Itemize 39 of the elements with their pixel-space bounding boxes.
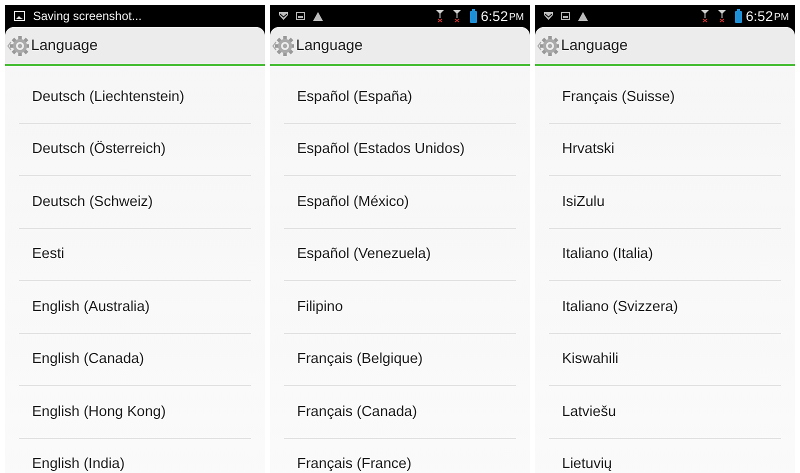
- language-item[interactable]: Eesti: [19, 228, 251, 281]
- language-item[interactable]: Español (Estados Unidos): [284, 124, 516, 176]
- language-item[interactable]: Français (France): [284, 438, 516, 473]
- notification-text: Saving screenshot...: [33, 9, 142, 23]
- screen-title: Language: [561, 37, 628, 54]
- picture-icon: [561, 12, 570, 20]
- clock-time: 6:52: [480, 8, 508, 24]
- screen-title: Language: [31, 37, 98, 54]
- language-item[interactable]: Español (México): [284, 176, 516, 228]
- language-item[interactable]: English (Australia): [19, 281, 251, 334]
- language-item[interactable]: English (Canada): [19, 334, 251, 386]
- language-item[interactable]: Hrvatski: [549, 124, 781, 176]
- picture-icon: [14, 11, 25, 21]
- battery-icon: [734, 9, 742, 23]
- language-item[interactable]: Filipino: [284, 281, 516, 334]
- language-item[interactable]: Français (Belgique): [284, 334, 516, 386]
- battery-icon: [470, 9, 477, 23]
- language-item[interactable]: Español (España): [284, 71, 516, 124]
- picture-icon: [296, 12, 305, 20]
- language-item[interactable]: Français (Suisse): [549, 71, 781, 124]
- language-item[interactable]: English (India): [19, 438, 251, 473]
- language-item[interactable]: English (Hong Kong): [19, 386, 251, 438]
- language-item[interactable]: Français (Canada): [284, 386, 516, 438]
- language-item[interactable]: Deutsch (Österreich): [19, 124, 251, 176]
- language-item[interactable]: Italiano (Italia): [549, 228, 781, 281]
- language-item[interactable]: IsiZulu: [549, 176, 781, 228]
- language-item[interactable]: Italiano (Svizzera): [549, 281, 781, 334]
- language-item[interactable]: Español (Venezuela): [284, 228, 516, 281]
- language-item[interactable]: Kiswahili: [549, 334, 781, 386]
- clock-meridiem: PM: [774, 12, 789, 23]
- language-item[interactable]: Latviešu: [549, 386, 781, 438]
- language-item[interactable]: Deutsch (Schweiz): [19, 176, 251, 228]
- screen-title: Language: [296, 37, 363, 54]
- warning-icon: [578, 12, 588, 20]
- language-item[interactable]: Deutsch (Liechtenstein): [19, 71, 251, 124]
- warning-icon: [313, 12, 323, 20]
- language-item[interactable]: Lietuvių: [549, 438, 781, 473]
- clock-meridiem: PM: [509, 12, 524, 23]
- clock-time: 6:52: [746, 8, 773, 24]
